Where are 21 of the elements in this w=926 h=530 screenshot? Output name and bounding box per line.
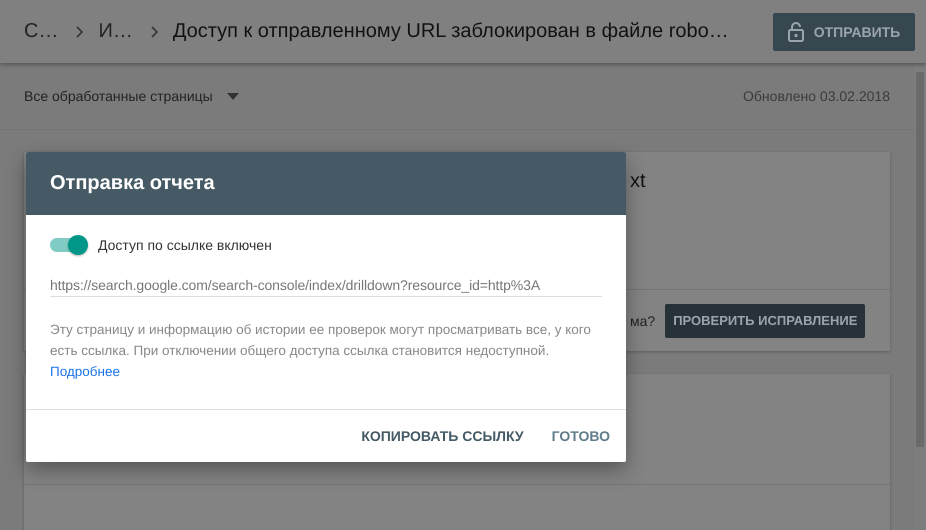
page-title: Доступ к отправленному URL заблокирован в файле robo… <box>172 20 730 43</box>
dialog-button[interactable]: ГОТОВО <box>544 420 618 452</box>
dialog-button[interactable]: КОПИРОВАТЬ ССЫЛКУ <box>353 420 532 452</box>
chevron-right-icon <box>150 26 159 38</box>
toggle-label: Доступ по ссылке включен <box>98 237 272 253</box>
breadcrumb-link[interactable]: С… <box>24 20 58 43</box>
question-text: ма? <box>630 312 656 328</box>
breadcrumb-link[interactable]: И… <box>98 20 133 43</box>
toggle-switch[interactable] <box>50 235 88 255</box>
dialog-title: Отправка отчета <box>26 152 626 215</box>
learn-more-link[interactable]: Подробнее <box>50 364 120 379</box>
updated-date: Обновлено 03.02.2018 <box>743 88 890 104</box>
submit-button[interactable]: ОТПРАВИТЬ <box>773 12 915 50</box>
description-text: Эту страницу и информацию об истории ее проверок могут просматривать все, у кого есть ссылка. При отключении общего доступа ссылка становится недоступной. Подробнее <box>50 321 592 381</box>
caret-down-icon <box>226 92 239 100</box>
link-field[interactable]: https://search.google.com/search-console/index/drilldown?resource_id=http%3A <box>50 277 602 297</box>
chevron-right-icon <box>76 26 84 38</box>
validate-fix-button[interactable]: ПРОВЕРИТЬ ИСПРАВЛЕНИЕ <box>665 304 866 338</box>
filter-dropdown[interactable]: Все обработанные страницы <box>24 88 239 104</box>
lock-open-icon <box>788 22 804 42</box>
card-title: xt <box>630 170 646 192</box>
